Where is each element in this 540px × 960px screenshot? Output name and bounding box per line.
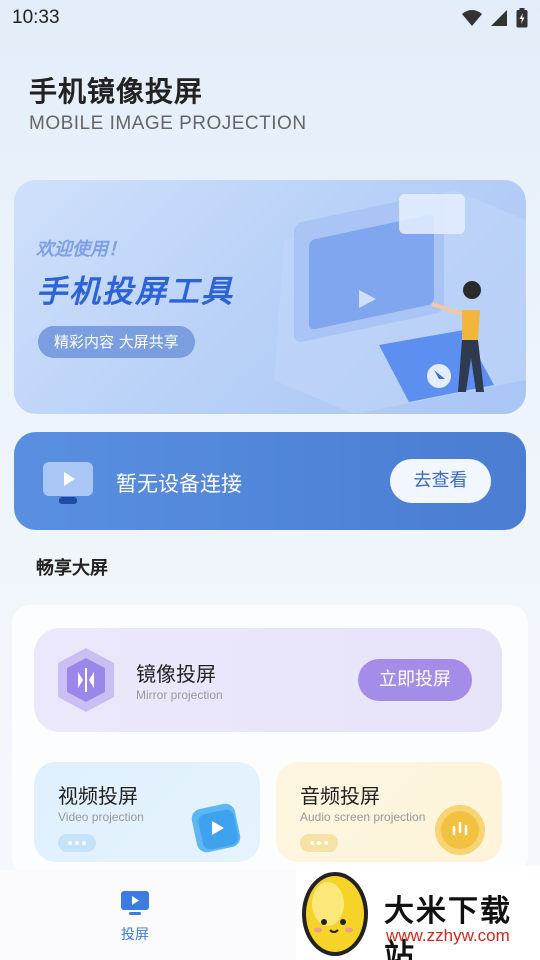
banner-welcome: 欢迎使用！	[36, 239, 126, 260]
view-devices-button[interactable]: 去查看	[390, 459, 491, 503]
mirror-projection-card[interactable]: 镜像投屏 Mirror projection 立即投屏	[34, 628, 502, 732]
video-title: 视频投屏	[58, 784, 138, 808]
start-projection-button[interactable]: 立即投屏	[358, 659, 472, 701]
dots-icon	[58, 834, 96, 852]
mirror-title: 镜像投屏	[136, 662, 216, 686]
page-subtitle: MOBILE IMAGE PROJECTION	[29, 113, 307, 134]
signal-icon	[491, 10, 507, 26]
device-status-text: 暂无设备连接	[116, 472, 242, 496]
promo-banner[interactable]: 欢迎使用！ 手机投屏工具 精彩内容 大屏共享	[14, 180, 526, 414]
status-icons	[462, 8, 528, 28]
projection-illustration	[274, 190, 526, 414]
status-time: 10:33	[12, 7, 60, 28]
device-connection-card: 暂无设备连接 去查看	[14, 432, 526, 530]
audio-title: 音频投屏	[300, 784, 380, 808]
audio-projection-card[interactable]: 音频投屏 Audio screen projection	[276, 762, 502, 862]
tab-screen-cast[interactable]: 投屏	[110, 890, 160, 944]
mirror-subtitle: Mirror projection	[136, 688, 223, 702]
status-bar: 10:33	[0, 0, 540, 36]
bottom-nav: 投屏	[0, 870, 296, 960]
battery-icon	[516, 8, 528, 28]
wifi-icon	[462, 10, 482, 26]
watermark-url: www.zzhyw.com	[386, 926, 510, 945]
video-play-icon	[191, 803, 241, 853]
video-subtitle: Video projection	[58, 810, 144, 824]
screen-cast-icon	[121, 891, 149, 915]
tab-label: 投屏	[121, 927, 149, 943]
page-title: 手机镜像投屏	[29, 75, 204, 108]
watermark: 大米下载站 www.zzhyw.com	[296, 866, 540, 960]
rice-mascot-logo	[302, 872, 368, 956]
watermark-text: 大米下载站	[384, 894, 512, 960]
tv-icon	[43, 462, 93, 504]
video-projection-card[interactable]: 视频投屏 Video projection	[34, 762, 260, 862]
banner-title: 手机投屏工具	[36, 274, 234, 310]
audio-subtitle: Audio screen projection	[300, 810, 426, 824]
mirror-icon	[58, 648, 114, 712]
dots-icon	[300, 834, 338, 852]
banner-pill: 精彩内容 大屏共享	[38, 326, 195, 358]
section-title: 畅享大屏	[36, 558, 108, 579]
audio-note-icon	[435, 805, 485, 855]
